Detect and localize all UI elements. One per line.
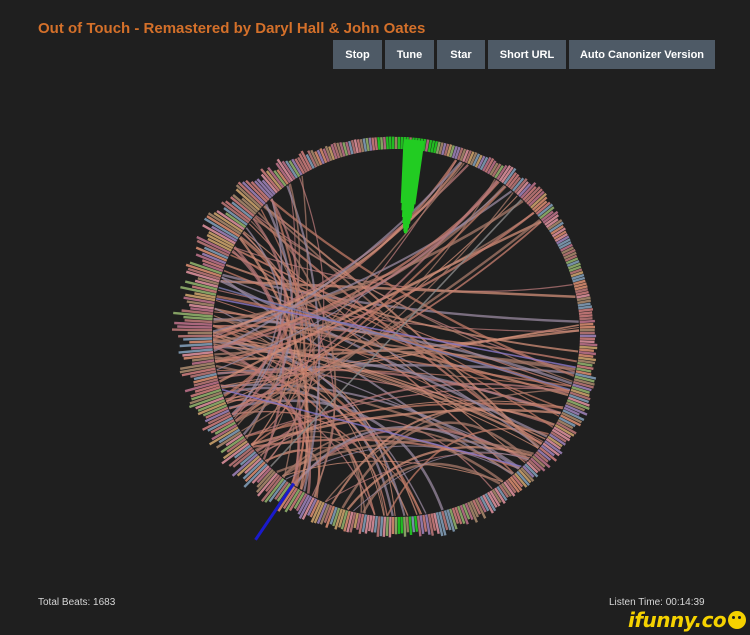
smiley-icon xyxy=(728,611,747,629)
branch-arcs xyxy=(212,159,580,517)
total-beats-label: Total Beats: 1683 xyxy=(38,597,116,608)
listen-time-label: Listen Time: 00:14:39 xyxy=(609,597,705,608)
infinite-jukebox-page: Out of Touch - Remastered by Daryl Hall … xyxy=(0,0,750,635)
tune-button[interactable]: Tune xyxy=(385,40,434,69)
watermark-text: ifunny.co xyxy=(628,608,727,632)
short-url-button[interactable]: Short URL xyxy=(488,40,566,69)
star-button[interactable]: Star xyxy=(437,40,485,69)
beat-circle-visualization[interactable] xyxy=(0,0,750,635)
ifunny-watermark: ifunny.co xyxy=(628,608,747,632)
stop-button[interactable]: Stop xyxy=(333,40,382,69)
auto-canonizer-button[interactable]: Auto Canonizer Version xyxy=(569,40,715,69)
toolbar: Stop Tune Star Short URL Auto Canonizer … xyxy=(333,40,715,69)
page-title: Out of Touch - Remastered by Daryl Hall … xyxy=(38,20,426,37)
